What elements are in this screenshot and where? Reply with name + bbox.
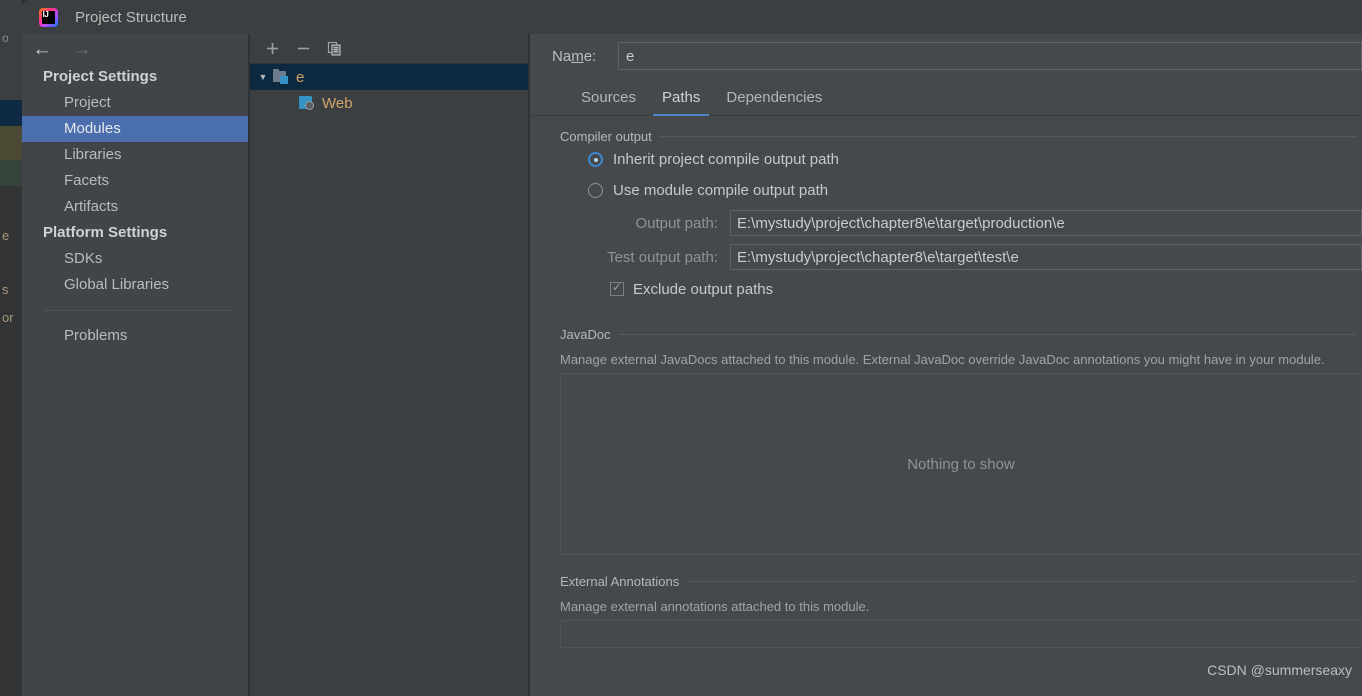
javadoc-list[interactable]: Nothing to show — [560, 373, 1362, 555]
background-text-fragment: e — [2, 228, 10, 243]
module-name-input[interactable] — [618, 42, 1362, 70]
module-tree: ▼ e Web — [250, 64, 528, 116]
sidebar-item-global-libraries[interactable]: Global Libraries — [22, 272, 248, 298]
logo-text: IJ — [42, 9, 49, 19]
tree-row-module-e[interactable]: ▼ e — [250, 64, 528, 90]
sidebar-navigation: ← → — [22, 34, 248, 64]
external-annotations-description: Manage external annotations attached to … — [560, 599, 870, 614]
radio-button-icon[interactable] — [588, 152, 603, 167]
javadoc-description: Manage external JavaDocs attached to thi… — [560, 352, 1325, 367]
output-path-input[interactable] — [730, 210, 1362, 236]
test-output-path-input[interactable] — [730, 244, 1362, 270]
test-output-path-label: Test output path: — [607, 248, 718, 266]
settings-sidebar: ← → Project Settings Project Modules Lib… — [22, 34, 248, 696]
sidebar-item-libraries[interactable]: Libraries — [22, 142, 248, 168]
sidebar-item-modules[interactable]: Modules — [22, 116, 248, 142]
tab-dependencies[interactable]: Dependencies — [713, 89, 835, 115]
sidebar-item-project[interactable]: Project — [22, 90, 248, 116]
module-name-row: Name: — [530, 34, 1362, 78]
copy-module-button[interactable] — [323, 38, 345, 60]
sidebar-group-project-settings: Project Settings — [43, 68, 158, 85]
tab-paths[interactable]: Paths — [649, 89, 713, 116]
section-title: JavaDoc — [560, 326, 611, 342]
checkbox-icon[interactable] — [610, 280, 624, 296]
csdn-watermark: CSDN @summerseaxy — [1207, 662, 1352, 678]
module-editor-panel: Name: Sources Paths Dependencies Compile… — [530, 34, 1362, 696]
module-tree-toolbar — [250, 34, 528, 64]
radio-label: Use module compile output path — [613, 182, 829, 199]
intellij-idea-logo-icon: IJ — [39, 7, 58, 27]
arrow-left-icon[interactable]: ← — [28, 36, 56, 62]
compiler-output-section: Compiler output Inherit project compile … — [530, 128, 1362, 304]
module-folder-icon — [272, 69, 290, 85]
remove-module-button[interactable] — [292, 38, 314, 60]
sidebar-item-artifacts[interactable]: Artifacts — [22, 194, 248, 220]
empty-state-text: Nothing to show — [907, 455, 1015, 473]
section-rule — [659, 135, 1356, 137]
module-tree-panel: ▼ e Web — [250, 34, 528, 696]
background-band-dark — [0, 186, 22, 696]
output-path-label: Output path: — [635, 214, 718, 232]
javadoc-header: JavaDoc — [530, 326, 1362, 342]
javadoc-section: JavaDoc Manage external JavaDocs attache… — [530, 326, 1362, 555]
sidebar-item-problems[interactable]: Problems — [22, 323, 248, 349]
external-annotations-header: External Annotations — [530, 573, 1362, 589]
section-title: External Annotations — [560, 573, 680, 589]
section-rule — [687, 580, 1356, 582]
sidebar-item-sdks[interactable]: SDKs — [22, 246, 248, 272]
module-editor-tabs: Sources Paths Dependencies — [530, 78, 1362, 116]
exclude-output-paths-row[interactable]: Exclude output paths — [530, 274, 1362, 304]
background-ide-window: o e s or — [0, 0, 22, 696]
output-path-row: Output path: — [530, 206, 1362, 240]
arrow-right-icon[interactable]: → — [68, 36, 96, 62]
module-name-label: Name: — [552, 47, 597, 65]
external-annotations-list[interactable] — [560, 620, 1362, 648]
tab-sources[interactable]: Sources — [568, 89, 649, 115]
sidebar-item-facets[interactable]: Facets — [22, 168, 248, 194]
radio-inherit-project-output[interactable]: Inherit project compile output path — [530, 144, 1362, 175]
radio-button-icon[interactable] — [588, 183, 603, 198]
sidebar-divider — [44, 310, 234, 311]
add-module-button[interactable] — [261, 38, 283, 60]
dialog-titlebar: IJ Project Structure — [22, 0, 1362, 34]
sidebar-group-platform-settings: Platform Settings — [43, 224, 168, 241]
background-band-olive — [0, 126, 22, 160]
external-annotations-section: External Annotations Manage external ann… — [530, 573, 1362, 648]
radio-label: Inherit project compile output path — [613, 151, 839, 168]
test-output-path-row: Test output path: — [530, 240, 1362, 274]
background-band-green — [0, 160, 22, 186]
radio-use-module-output[interactable]: Use module compile output path — [530, 175, 1362, 206]
tree-row-label: Web — [322, 94, 353, 112]
background-band-navy — [0, 100, 22, 126]
chevron-down-icon[interactable]: ▼ — [254, 72, 272, 82]
tree-row-facet-web[interactable]: Web — [250, 90, 528, 116]
background-text-fragment: or — [2, 310, 14, 325]
checkbox-label: Exclude output paths — [633, 280, 774, 298]
background-text-fragment: s — [2, 282, 9, 297]
tree-row-label: e — [296, 68, 305, 86]
dialog-title: Project Structure — [75, 8, 187, 26]
project-structure-dialog: IJ Project Structure ← → Project Setting… — [22, 0, 1362, 696]
section-rule — [618, 333, 1356, 335]
background-text-fragment-top: o — [2, 31, 9, 45]
section-title: Compiler output — [560, 128, 652, 144]
web-facet-icon — [298, 95, 316, 111]
compiler-output-header: Compiler output — [530, 128, 1362, 144]
